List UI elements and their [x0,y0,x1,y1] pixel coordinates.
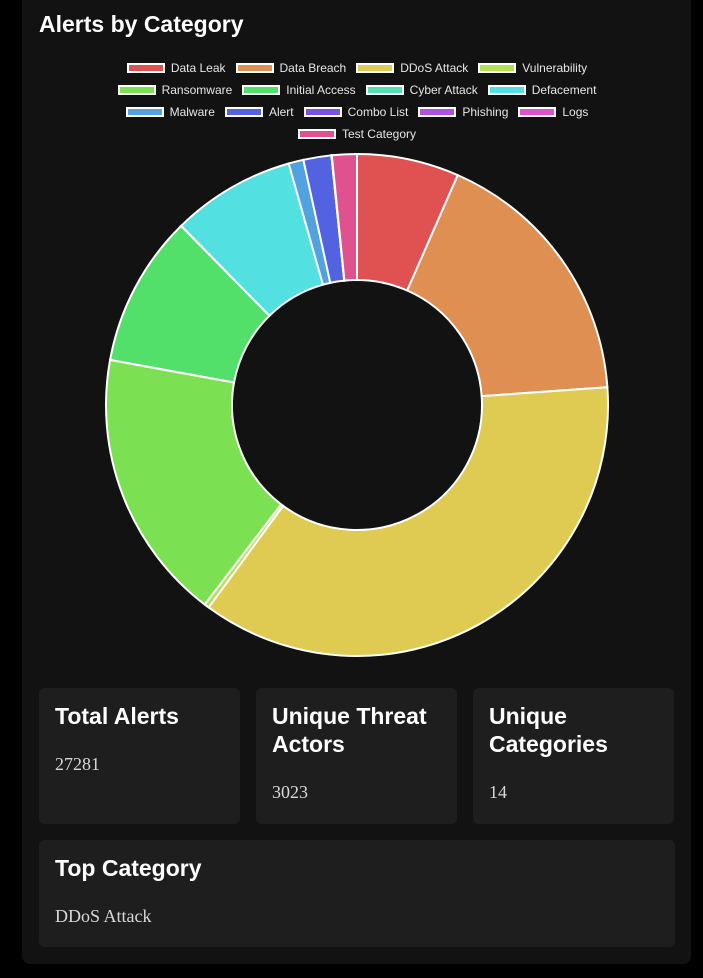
stat-card-total-alerts: Total Alerts 27281 [39,688,240,824]
stat-value: DDoS Attack [55,906,152,926]
stat-label: Unique Categories [489,703,608,757]
stat-value: 3023 [272,782,308,802]
stat-card-top-category: Top Category DDoS Attack [39,840,675,947]
stat-card-unique-categories: Unique Categories 14 [473,688,674,824]
stat-label: Total Alerts [55,703,179,729]
stat-label: Top Category [55,855,202,881]
stat-value: 27281 [55,754,100,774]
stat-card-unique-actors: Unique Threat Actors 3023 [256,688,457,824]
stat-label: Unique Threat Actors [272,703,427,757]
donut-chart [105,152,609,657]
stat-value: 14 [489,782,507,802]
